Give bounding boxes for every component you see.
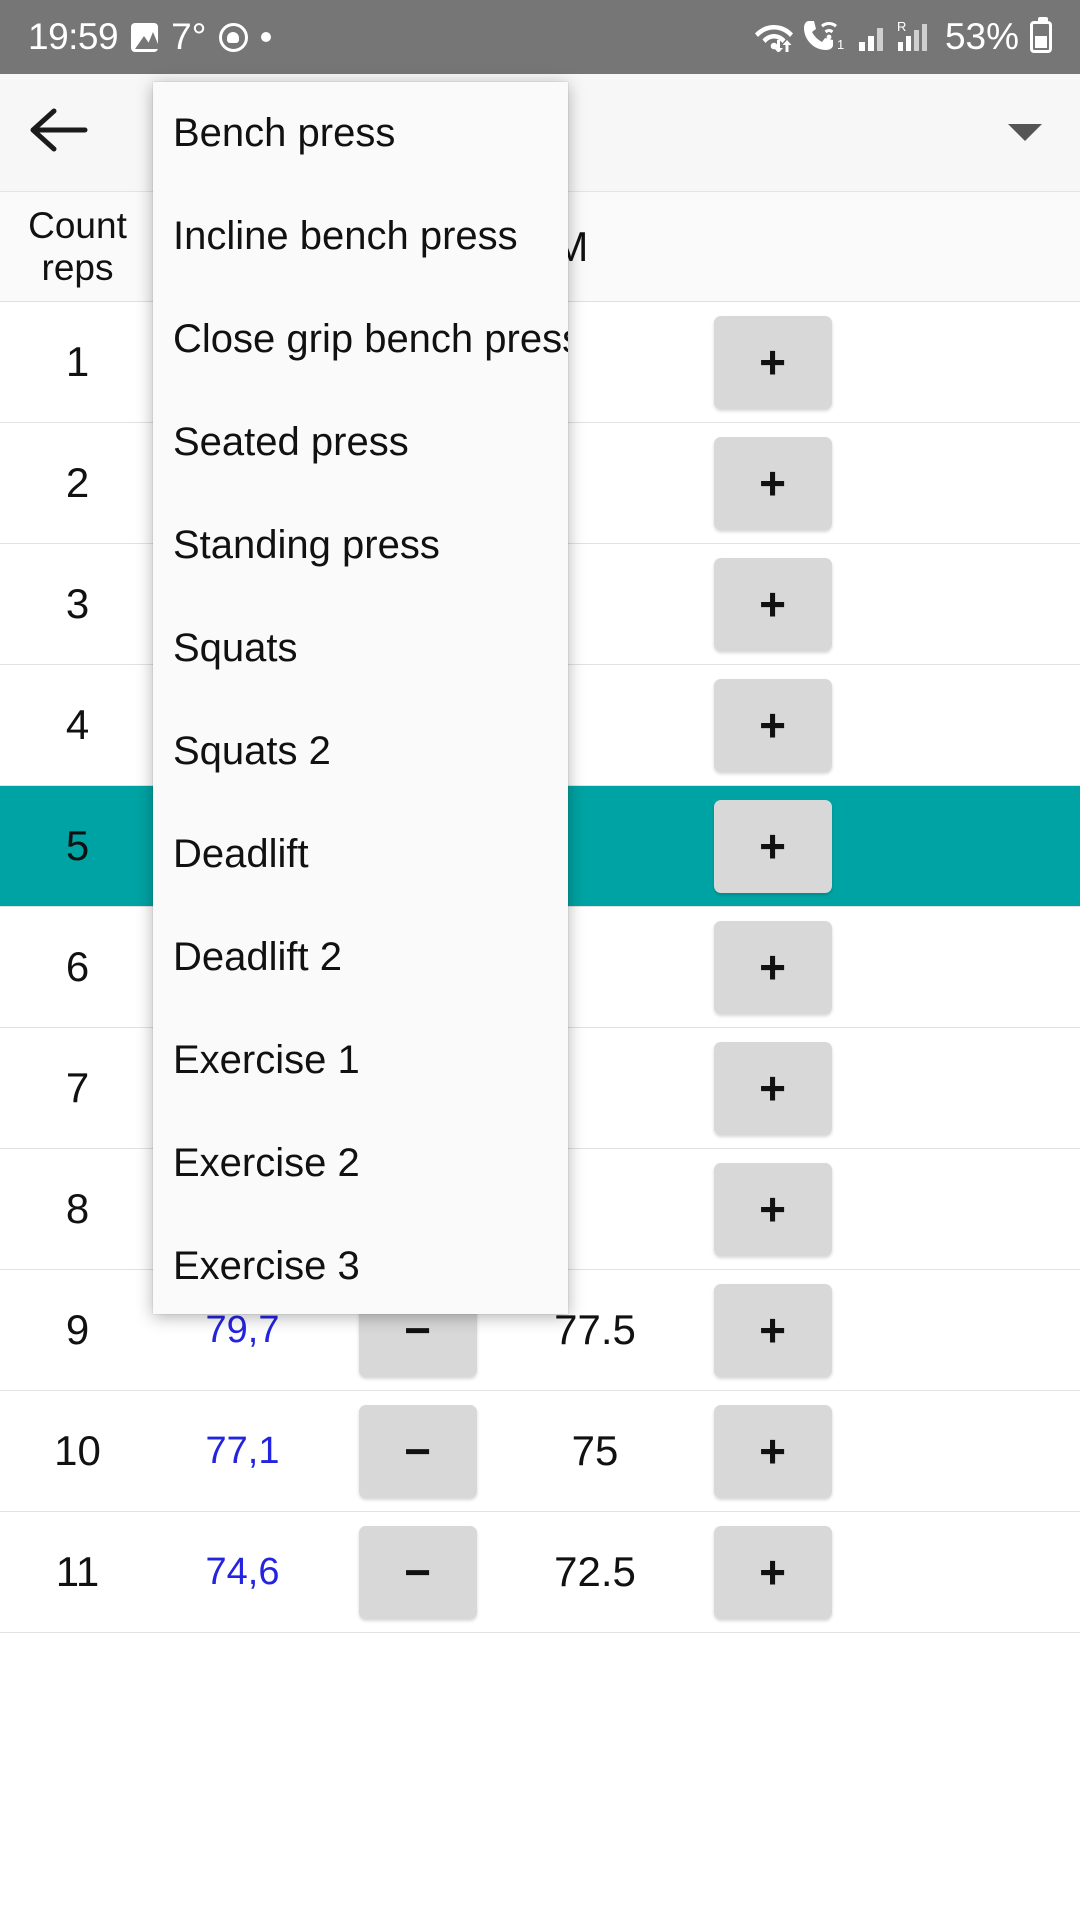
gallery-icon xyxy=(131,22,159,52)
increment-button[interactable]: + xyxy=(713,436,832,530)
cell-count: 5 xyxy=(65,822,90,869)
cell-count: 4 xyxy=(65,701,90,748)
cell-minus: − xyxy=(330,1404,505,1498)
cell-count: 11 xyxy=(55,1548,100,1595)
cell-weight[interactable]: 72.5 xyxy=(505,1548,685,1596)
menu-item-seated-press[interactable]: Seated press xyxy=(153,391,568,494)
status-bar: 19:59 7° 1 R 53% xyxy=(0,0,1080,74)
cell-count: 2 xyxy=(65,459,90,506)
menu-item-bench-press[interactable]: Bench press xyxy=(153,82,568,185)
increment-button[interactable]: + xyxy=(713,1283,832,1377)
cell-count: 10 xyxy=(54,1427,101,1474)
decrement-button[interactable]: − xyxy=(358,1404,477,1498)
cell-count: 9 xyxy=(65,1306,90,1353)
phone-screen: 19:59 7° 1 R 53% Count reps 1 + 2 + 3 + … xyxy=(0,0,1080,1920)
clock-label: 19:59 xyxy=(28,16,119,57)
cell-weight[interactable]: 75 xyxy=(505,1427,685,1475)
exercise-dropdown-button[interactable] xyxy=(970,74,1080,192)
svg-text:R: R xyxy=(897,19,906,34)
menu-item-incline-bench-press[interactable]: Incline bench press xyxy=(153,185,568,288)
increment-button[interactable]: + xyxy=(713,678,832,772)
cell-plus: + xyxy=(685,1041,860,1135)
increment-button[interactable]: + xyxy=(713,557,832,651)
cell-plus: + xyxy=(685,315,860,409)
cell-calculated: 74,6 xyxy=(205,1550,280,1593)
header-count-reps: Count reps xyxy=(0,205,155,288)
cell-plus: + xyxy=(685,1404,860,1498)
increment-button[interactable]: + xyxy=(713,1041,832,1135)
cell-plus: + xyxy=(685,920,860,1014)
cell-plus: + xyxy=(685,557,860,651)
menu-item-close-grip-bench-press[interactable]: Close grip bench press xyxy=(153,288,568,391)
battery-icon xyxy=(1030,17,1052,53)
cell-calculated: 77,1 xyxy=(205,1429,280,1472)
header-count-line1: Count xyxy=(28,205,127,247)
svg-text:1: 1 xyxy=(837,37,844,52)
increment-button[interactable]: + xyxy=(713,315,832,409)
cell-plus: + xyxy=(685,1525,860,1619)
increment-button[interactable]: + xyxy=(713,1162,832,1256)
menu-item-exercise-1[interactable]: Exercise 1 xyxy=(153,1009,568,1112)
menu-item-squats-2[interactable]: Squats 2 xyxy=(153,700,568,803)
header-count-line2: reps xyxy=(41,246,114,288)
battery-percent-label: 53% xyxy=(944,16,1019,57)
dot-icon xyxy=(261,32,272,42)
exercise-dropdown-menu[interactable]: Bench press Incline bench press Close gr… xyxy=(153,82,568,1314)
increment-button[interactable]: + xyxy=(713,1525,832,1619)
menu-item-squats[interactable]: Squats xyxy=(153,597,568,700)
back-arrow-icon xyxy=(30,107,88,158)
cell-plus: + xyxy=(685,1162,860,1256)
menu-item-deadlift[interactable]: Deadlift xyxy=(153,803,568,906)
status-bar-left: 19:59 7° xyxy=(28,16,272,58)
wifi-icon xyxy=(754,18,794,57)
roaming-signal-icon: R xyxy=(897,18,931,57)
alarm-ring-icon xyxy=(219,22,249,52)
temperature-label: 7° xyxy=(171,16,207,57)
cell-count: 7 xyxy=(65,1064,90,1111)
increment-button[interactable]: + xyxy=(713,920,832,1014)
decrement-button[interactable]: − xyxy=(358,1525,477,1619)
cell-count: 1 xyxy=(65,338,90,385)
table-row[interactable]: 10 77,1 − 75 + xyxy=(0,1391,1080,1512)
chevron-down-icon xyxy=(1008,124,1042,141)
menu-item-exercise-2[interactable]: Exercise 2 xyxy=(153,1112,568,1215)
wifi-calling-icon: 1 xyxy=(803,18,849,57)
cell-plus: + xyxy=(685,799,860,893)
increment-button[interactable]: + xyxy=(713,1404,832,1498)
cell-count: 6 xyxy=(65,943,90,990)
menu-item-standing-press[interactable]: Standing press xyxy=(153,494,568,597)
back-button[interactable] xyxy=(0,74,118,192)
header-rm: RM xyxy=(505,223,1080,271)
cell-plus: + xyxy=(685,436,860,530)
cell-calculated: 79,7 xyxy=(205,1308,280,1351)
table-row[interactable]: 11 74,6 − 72.5 + xyxy=(0,1512,1080,1633)
cell-plus: + xyxy=(685,678,860,772)
cell-count: 8 xyxy=(65,1185,90,1232)
status-bar-right: 1 R 53% xyxy=(754,16,1052,58)
cell-minus: − xyxy=(330,1525,505,1619)
cell-plus: + xyxy=(685,1283,860,1377)
menu-item-exercise-3[interactable]: Exercise 3 xyxy=(153,1215,568,1314)
menu-item-deadlift-2[interactable]: Deadlift 2 xyxy=(153,906,568,1009)
signal-bars-icon xyxy=(858,18,888,57)
increment-button[interactable]: + xyxy=(713,799,832,893)
cell-count: 3 xyxy=(65,580,90,627)
